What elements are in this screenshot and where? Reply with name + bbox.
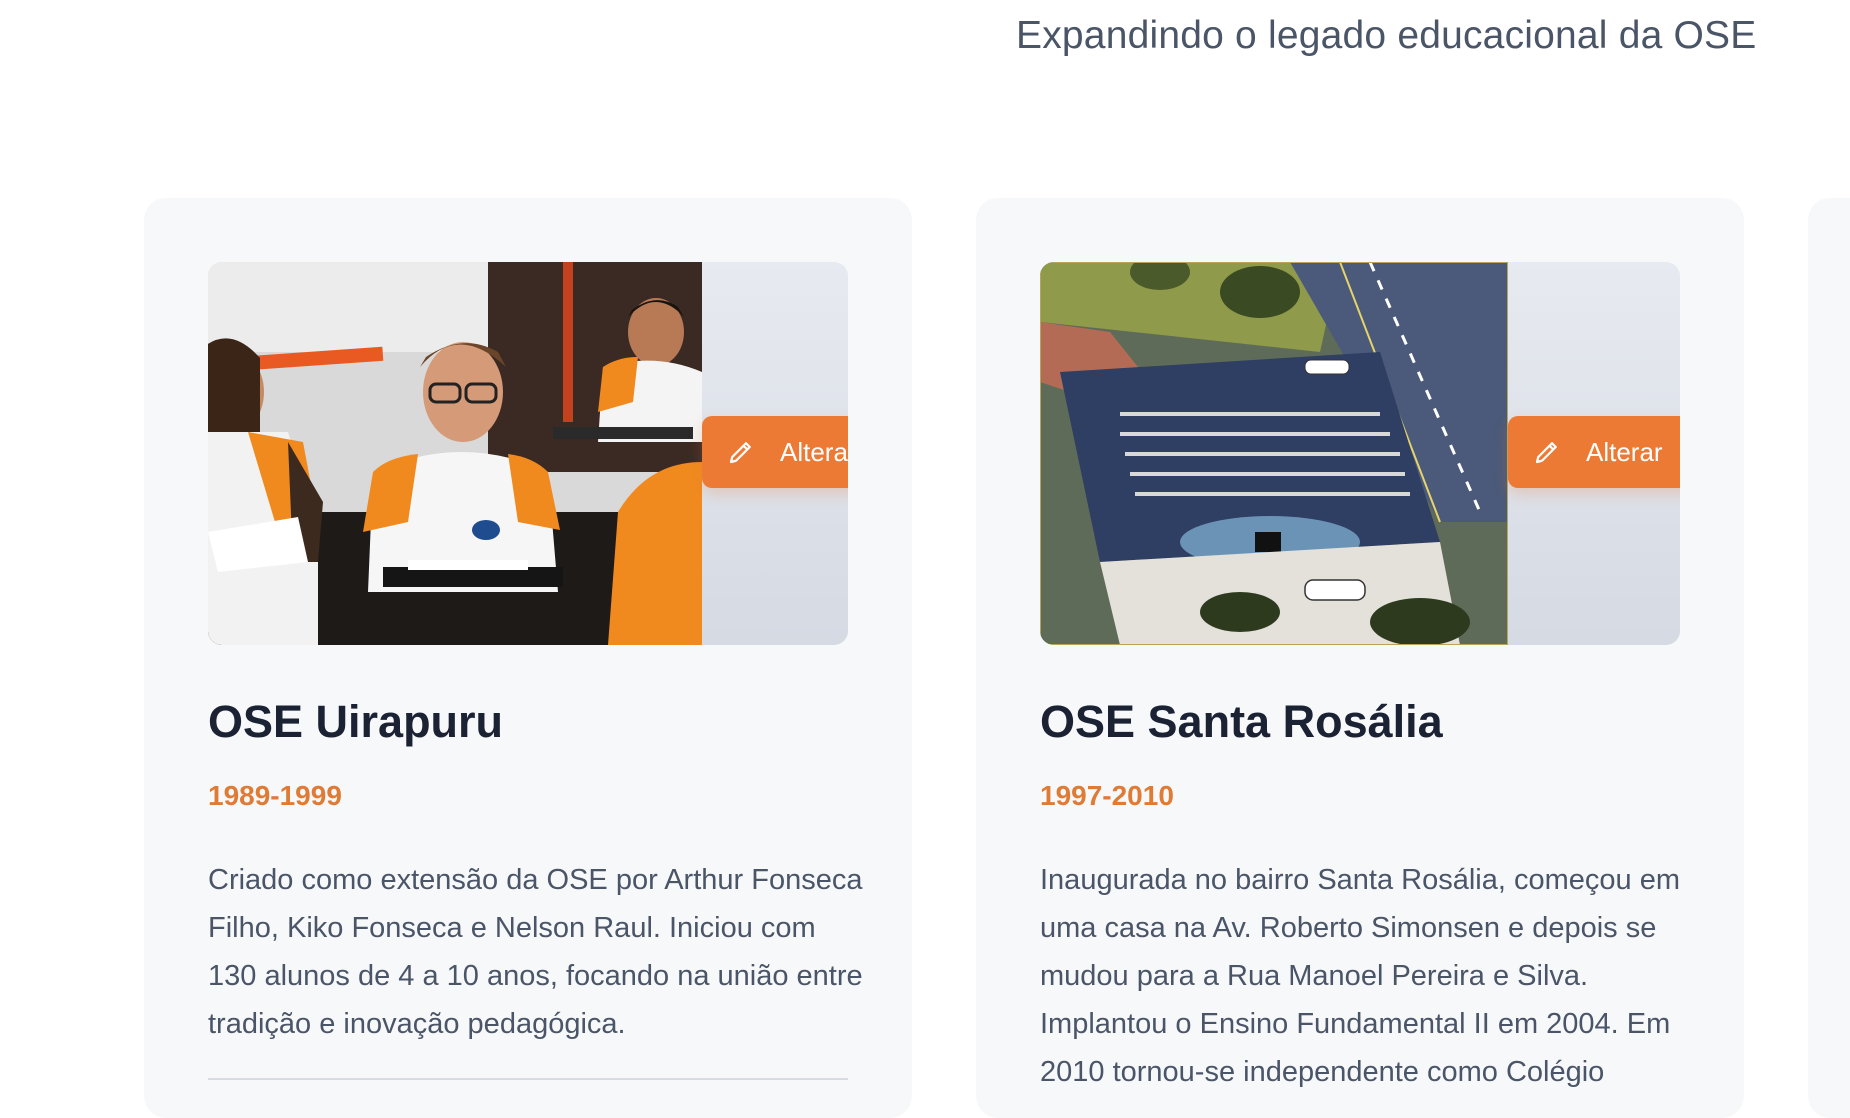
card-title: OSE Santa Rosália [1040, 696, 1443, 747]
card-media: Alterar [208, 262, 848, 645]
school-card-next [1808, 198, 1850, 1118]
card-divider [208, 1078, 848, 1080]
card-description: Criado como extensão da OSE por Arthur F… [208, 864, 863, 1040]
school-photo [208, 262, 702, 645]
section-subtitle: Expandindo o legado educacional da OSE [1016, 14, 1757, 57]
change-image-button[interactable]: Alterar [702, 416, 848, 488]
card-media: Alterar [1040, 262, 1680, 645]
card-years: 1997-2010 [1040, 780, 1174, 811]
change-image-button[interactable]: Alterar [1508, 416, 1680, 488]
change-image-label: Alterar [780, 436, 848, 467]
card-title: OSE Uirapuru [208, 696, 504, 747]
school-card-santa-rosalia: Alterar OSE Santa Rosália 1997-2010 Inau… [976, 198, 1744, 1118]
card-years: 1989-1999 [208, 780, 342, 811]
card-description: Inaugurada no bairro Santa Rosália, come… [1040, 864, 1680, 1088]
change-image-label: Alterar [1586, 436, 1663, 467]
pencil-icon [1535, 442, 1557, 464]
school-photo [1040, 262, 1508, 645]
school-card-uirapuru: Alterar OSE Uirapuru 1989-1999 Criado co… [144, 198, 912, 1118]
pencil-icon [729, 442, 751, 464]
